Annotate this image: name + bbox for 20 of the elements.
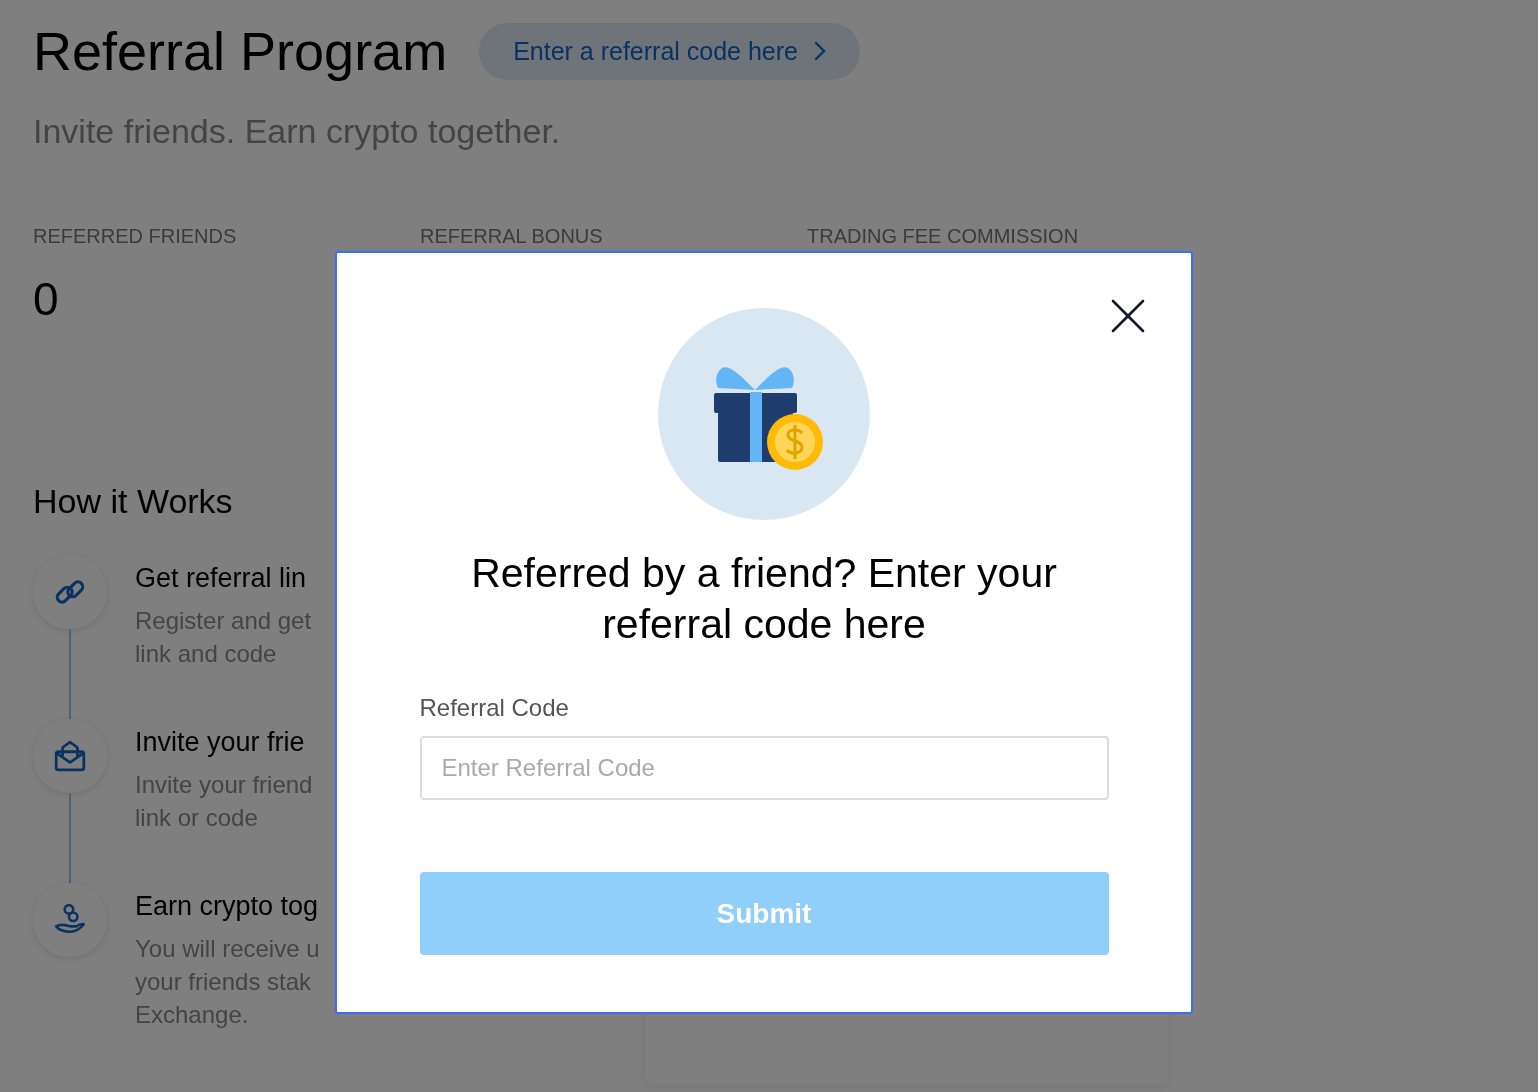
step-title: Invite your frie (135, 727, 306, 758)
referral-code-link[interactable]: Enter a referral code here (479, 22, 860, 80)
referral-code-field[interactable]: Enter Referral Code (419, 736, 1109, 800)
close-icon[interactable] (1111, 299, 1145, 333)
stat-label: REFERRAL BONUS (420, 225, 604, 248)
step-title: Earn crypto tog (135, 891, 320, 922)
stat-label: REFERRED FRIENDS (33, 225, 238, 248)
stat-label: TRADING FEE COMMISSION (807, 225, 1080, 248)
step-description: Invite your friend link or code (135, 770, 313, 833)
stat-value: 0 (33, 272, 60, 326)
step-title: Get referral lin (135, 563, 308, 594)
page-subtitle: Invite friends. Earn crypto together. (33, 112, 562, 151)
page-title: Referral Program (33, 20, 448, 82)
section-title: How it Works (33, 482, 234, 521)
dialog-heading: Referred by a friend? Enter your referral code here (470, 549, 1058, 649)
step-description: You will receive u your friends stak Exchange. (135, 934, 320, 1030)
step-description: Register and get link and code (135, 606, 312, 669)
chevron-icon (814, 41, 826, 61)
envelope-icon (53, 739, 87, 773)
field-label: Referral Code (419, 694, 570, 722)
